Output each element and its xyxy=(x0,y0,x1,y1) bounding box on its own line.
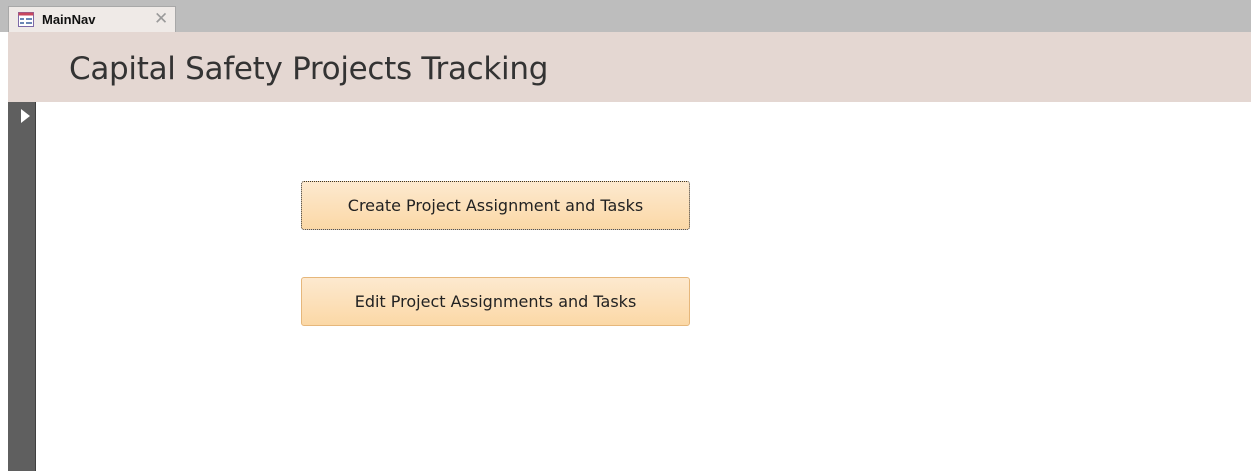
page-title: Capital Safety Projects Tracking xyxy=(69,51,549,87)
create-project-assignment-button[interactable]: Create Project Assignment and Tasks xyxy=(301,181,690,230)
document-tab-strip: MainNav ✕ xyxy=(0,0,1251,32)
window-left-edge xyxy=(0,32,8,471)
form-header: Capital Safety Projects Tracking xyxy=(8,32,1251,102)
record-selector-bar[interactable] xyxy=(8,102,36,471)
tab-mainnav[interactable]: MainNav ✕ xyxy=(8,6,176,32)
close-icon[interactable]: ✕ xyxy=(154,9,168,29)
record-selector-arrow-icon[interactable] xyxy=(21,109,30,123)
edit-project-assignments-button[interactable]: Edit Project Assignments and Tasks xyxy=(301,277,690,326)
form-icon xyxy=(18,12,34,27)
tab-label: MainNav xyxy=(42,12,96,27)
